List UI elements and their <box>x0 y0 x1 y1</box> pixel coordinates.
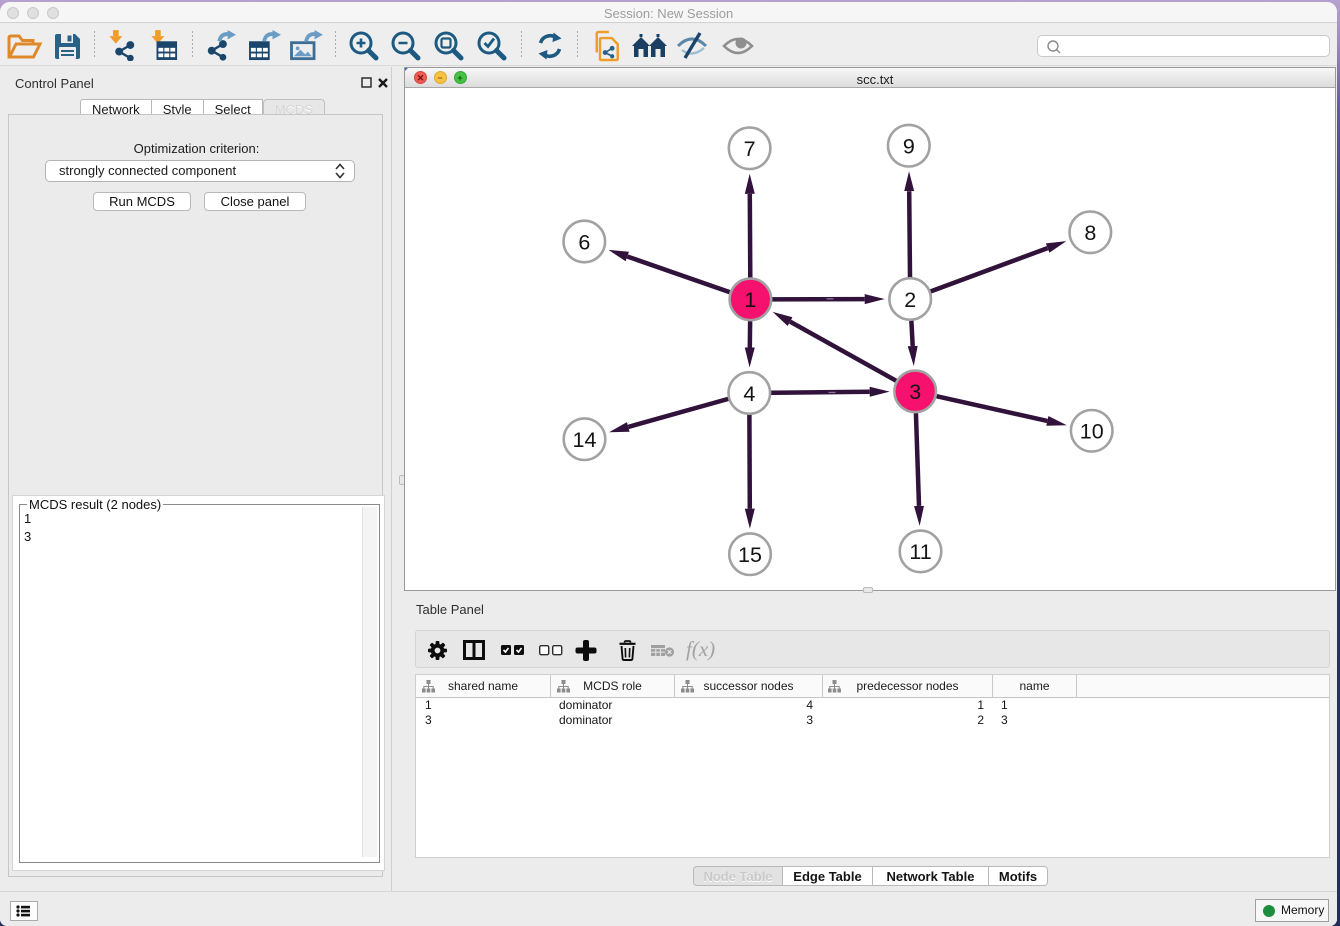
svg-text:3: 3 <box>909 380 921 404</box>
svg-text:9: 9 <box>903 135 915 159</box>
svg-text:6: 6 <box>578 230 590 254</box>
svg-text:2: 2 <box>904 288 916 312</box>
svg-text:8: 8 <box>1084 221 1096 245</box>
svg-text:11: 11 <box>909 540 931 564</box>
svg-text:7: 7 <box>744 137 756 161</box>
svg-text:1: 1 <box>744 288 756 312</box>
svg-text:4: 4 <box>743 382 755 406</box>
svg-text:14: 14 <box>573 428 597 452</box>
svg-text:10: 10 <box>1080 420 1104 444</box>
svg-text:15: 15 <box>738 543 762 567</box>
